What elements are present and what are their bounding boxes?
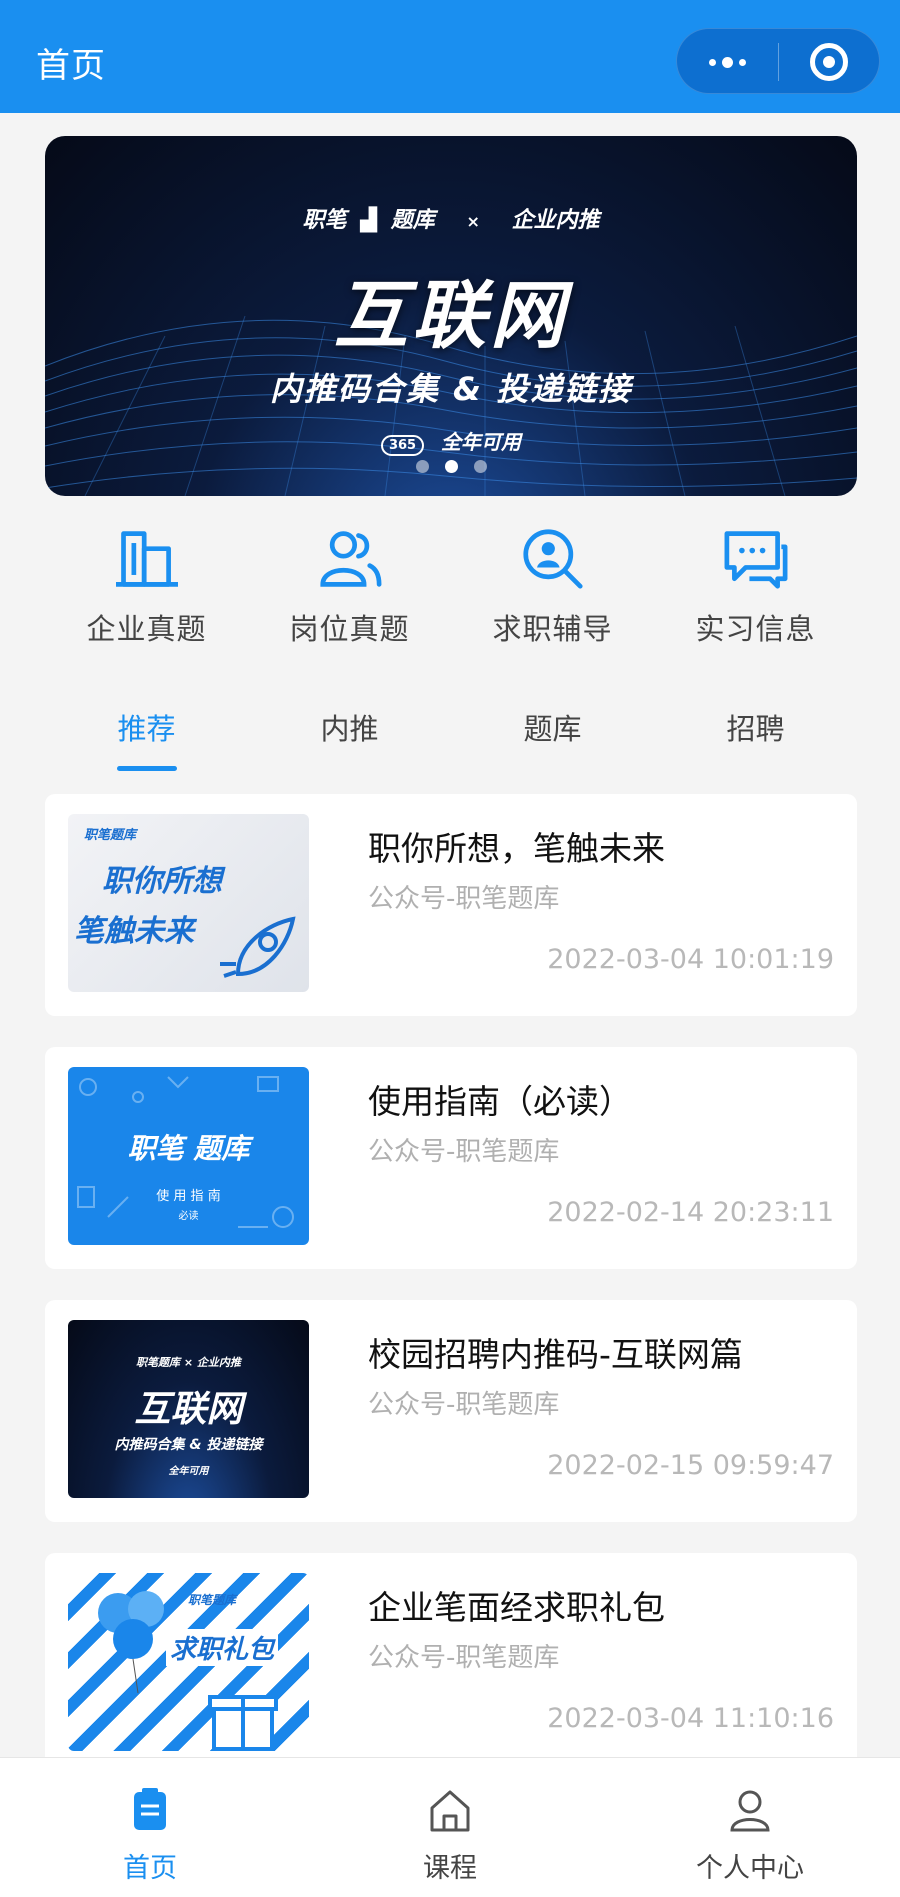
banner-partner: 企业内推: [511, 208, 600, 233]
users-icon: [319, 531, 381, 587]
thumb-line1: 求职礼包: [166, 1629, 279, 1666]
banner-foot-text: 全年可用: [441, 430, 522, 454]
building-icon: [115, 531, 178, 587]
thumb-line1: 互联网: [134, 1389, 243, 1430]
more-dot-icon: [721, 56, 733, 68]
article-timestamp: 2022-02-14 20:23:11: [547, 1197, 834, 1228]
banner-brand-left: 职笔: [302, 208, 347, 233]
bottom-tab-bar: 首页 课程 个人中心: [0, 1757, 900, 1897]
article-source: 公众号-职笔题库: [368, 1390, 560, 1420]
mini-program-capsule: [676, 28, 880, 94]
quick-nav-grid: 企业真题 岗位真题 求职辅导 实习信息: [45, 528, 857, 648]
bottom-tab-label: 首页: [123, 1853, 177, 1884]
more-options-button[interactable]: [677, 29, 777, 95]
close-mini-program-button[interactable]: [779, 29, 879, 95]
article-timestamp: 2022-03-04 11:10:16: [547, 1703, 834, 1734]
bottom-tab-label: 个人中心: [696, 1853, 804, 1884]
article-timestamp: 2022-02-15 09:59:47: [547, 1450, 834, 1481]
article-thumbnail: 职笔题库 求职礼包: [68, 1573, 309, 1751]
article-card[interactable]: 职笔题库 × 企业内推 互联网 内推码合集 & 投递链接 全年可用 校园招聘内推…: [45, 1300, 857, 1522]
banner-footer: 365 全年可用: [45, 426, 857, 456]
banner-subtitle: 内推码合集 & 投递链接: [269, 370, 633, 408]
article-title: 使用指南（必读）: [368, 1082, 632, 1121]
quick-nav-label: 岗位真题: [289, 612, 410, 646]
tab-question-bank[interactable]: 题库: [451, 706, 654, 772]
quick-nav-internship-info[interactable]: 实习信息: [654, 528, 857, 648]
user-icon: [730, 1790, 770, 1832]
promo-banner-carousel[interactable]: 职笔 ▟ 题库 × 企业内推 互联网 内推码合集 & 投递链接 365 全年可用: [45, 136, 857, 496]
chat-icon: [724, 531, 787, 589]
thumb-line2: 内推码合集 & 投递链接: [114, 1437, 263, 1453]
article-thumbnail: 职笔题库 职你所想 笔触未来: [68, 814, 309, 992]
quick-nav-label: 实习信息: [695, 612, 816, 646]
bottom-tab-courses[interactable]: 课程: [300, 1758, 600, 1897]
rocket-icon: [220, 916, 296, 978]
carousel-dot[interactable]: [473, 460, 487, 473]
banner-logo-icon: ▟: [360, 208, 378, 233]
quick-nav-company-questions[interactable]: 企业真题: [45, 528, 248, 648]
article-card[interactable]: 职笔题库 求职礼包 企业笔面经求职礼包 公众号-职笔题库 2022-03-04 …: [45, 1553, 857, 1775]
article-title: 校园招聘内推码-互联网篇: [368, 1335, 743, 1374]
bottom-tab-profile[interactable]: 个人中心: [600, 1758, 900, 1897]
top-navigation-bar: 首页: [0, 0, 900, 113]
thumb-line3: 全年可用: [168, 1466, 209, 1477]
banner-cross: ×: [466, 212, 480, 231]
article-source: 公众号-职笔题库: [368, 1643, 560, 1673]
thumb-brand: 职笔题库: [84, 828, 137, 843]
article-title: 企业笔面经求职礼包: [368, 1588, 665, 1627]
carousel-dot-active[interactable]: [444, 460, 458, 473]
search-person-icon: [522, 529, 583, 589]
quick-nav-position-questions[interactable]: 岗位真题: [248, 528, 451, 648]
thumb-brand: 职笔 题库: [127, 1132, 250, 1165]
banner-brand-line: 职笔 ▟ 题库 × 企业内推: [45, 202, 857, 234]
gift-icon: [208, 1695, 278, 1751]
thumb-line2: 笔触未来: [74, 914, 194, 949]
quick-nav-label: 求职辅导: [492, 612, 613, 646]
article-card[interactable]: 职笔题库 职你所想 笔触未来 职你所想，笔触未来 公众号-职笔题库 2022-0…: [45, 794, 857, 1016]
quick-nav-job-coaching[interactable]: 求职辅导: [451, 528, 654, 648]
article-title: 职你所想，笔触未来: [368, 829, 665, 868]
bottom-tab-label: 课程: [423, 1853, 477, 1884]
banner-brand-right: 题库: [390, 208, 435, 233]
more-dot-icon: [708, 58, 716, 66]
tab-recruitment[interactable]: 招聘: [654, 706, 857, 772]
article-source: 公众号-职笔题库: [368, 1137, 560, 1167]
balloons-icon: [98, 1591, 164, 1693]
thumb-line1: 职你所想: [102, 864, 222, 899]
banner-title: 互联网: [334, 273, 568, 359]
home-icon: [430, 1790, 470, 1832]
thumb-brand: 职笔题库 × 企业内推: [136, 1356, 241, 1369]
article-thumbnail: 职笔 题库 使 用 指 南 必读: [68, 1067, 309, 1245]
category-tabs: 推荐 内推 题库 招聘: [45, 706, 857, 772]
article-source: 公众号-职笔题库: [368, 884, 560, 914]
tab-recommend[interactable]: 推荐: [45, 706, 248, 772]
article-timestamp: 2022-03-04 10:01:19: [547, 944, 834, 975]
carousel-dot[interactable]: [415, 460, 429, 473]
carousel-indicators: [45, 460, 857, 473]
tab-referral[interactable]: 内推: [248, 706, 451, 772]
more-dot-icon: [738, 58, 746, 66]
banner-365-badge: 365: [380, 435, 425, 456]
bottom-tab-home[interactable]: 首页: [0, 1758, 300, 1897]
clipboard-icon: [134, 1788, 166, 1830]
target-icon: [810, 43, 848, 81]
page-title: 首页: [36, 46, 106, 86]
quick-nav-label: 企业真题: [86, 612, 207, 646]
thumb-line1: 使 用 指 南: [156, 1189, 221, 1204]
article-thumbnail: 职笔题库 × 企业内推 互联网 内推码合集 & 投递链接 全年可用: [68, 1320, 309, 1498]
article-card[interactable]: 职笔 题库 使 用 指 南 必读 使用指南（必读） 公众号-职笔题库 2022-…: [45, 1047, 857, 1269]
thumb-line2: 必读: [178, 1211, 199, 1222]
thumb-brand: 职笔题库: [188, 1593, 237, 1607]
